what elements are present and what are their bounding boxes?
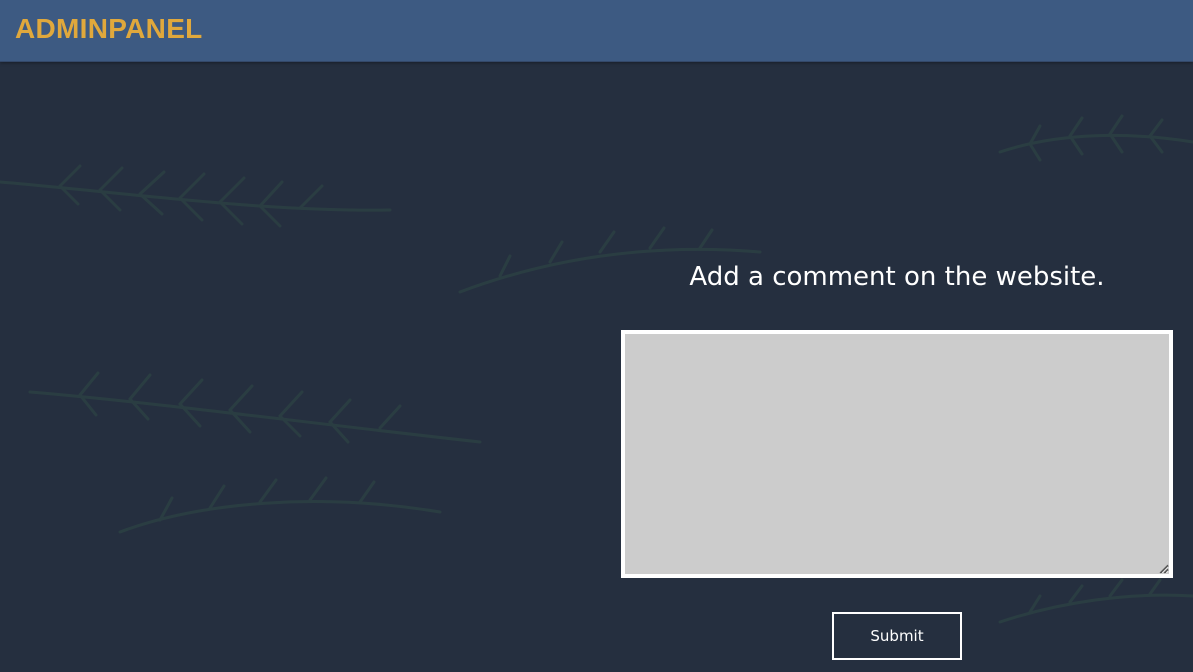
brand-logo-text[interactable]: ADMINPANEL [15, 13, 203, 45]
top-navbar: ADMINPANEL [0, 0, 1193, 62]
submit-button[interactable]: Submit [832, 612, 962, 660]
comment-textarea[interactable] [621, 330, 1173, 578]
page-heading: Add a comment on the website. [689, 262, 1105, 292]
resize-handle-icon[interactable] [1157, 562, 1169, 574]
